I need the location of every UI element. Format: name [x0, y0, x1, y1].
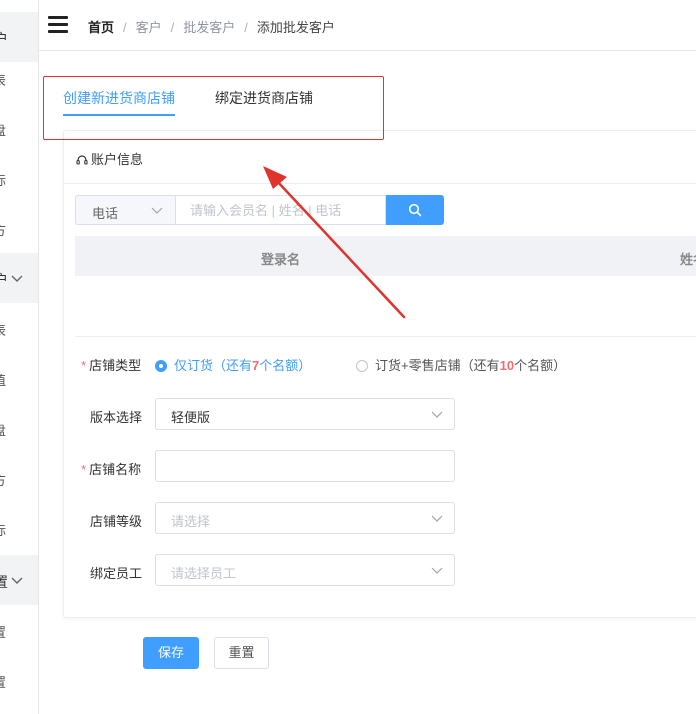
- breadcrumb-current: 添加批发客户: [256, 20, 335, 35]
- version-label: 版本选择: [90, 410, 143, 425]
- store-name-input[interactable]: [155, 450, 455, 482]
- store-type-retail-radio[interactable]: 订货+零售店铺（还有10个名额）: [356, 355, 566, 374]
- card-title-text: 账户信息: [91, 152, 144, 167]
- version-value: 轻便版: [171, 410, 211, 425]
- chevron-down-icon: [151, 207, 163, 214]
- breadcrumb-separator: /: [244, 20, 248, 35]
- sidebar-item[interactable]: 方: [0, 220, 6, 239]
- annotation-highlight-box: [43, 76, 384, 140]
- member-search-input[interactable]: [175, 195, 386, 225]
- sidebar-group-label: 户: [0, 270, 8, 290]
- store-type-label: * 店铺类型: [81, 358, 142, 373]
- search-type-select[interactable]: 电话: [75, 195, 175, 225]
- sidebar-item[interactable]: 置: [0, 672, 6, 691]
- sidebar-item[interactable]: 盘: [0, 420, 6, 439]
- sidebar-item[interactable]: 方: [0, 470, 6, 489]
- sidebar-group-customers[interactable]: 户: [0, 12, 38, 62]
- sidebar-group-label: 户: [0, 29, 8, 49]
- member-table-body: [75, 276, 696, 337]
- chevron-down-icon: [11, 275, 23, 282]
- card-title: 账户信息: [76, 149, 143, 168]
- account-card: 账户信息 电话 登录名 姓名 *店铺类型 仅订货（还有7个名额） 订货+零售店铺…: [63, 130, 696, 618]
- sidebar-group-customers-2[interactable]: 户: [0, 253, 38, 303]
- employee-select[interactable]: 请选择员工: [155, 554, 455, 586]
- top-header: 首页 / 客户 / 批发客户 / 添加批发客户: [39, 0, 696, 51]
- breadcrumb: 首页 / 客户 / 批发客户 / 添加批发客户: [88, 17, 335, 36]
- radio-unchecked-icon: [356, 360, 368, 372]
- chevron-down-icon: [431, 567, 443, 574]
- sidebar-item[interactable]: 表: [0, 70, 6, 89]
- sidebar-item[interactable]: 标: [0, 170, 6, 189]
- store-name-label: * 店铺名称: [81, 462, 142, 477]
- chevron-down-icon: [11, 577, 23, 584]
- menu-toggle-icon[interactable]: [48, 16, 68, 34]
- employee-label: 绑定员工: [90, 566, 143, 581]
- store-level-placeholder: 请选择: [171, 514, 211, 529]
- member-table-header: 登录名 姓名: [75, 236, 696, 276]
- chevron-down-icon: [431, 515, 443, 522]
- column-login-name: 登录名: [261, 252, 301, 267]
- sidebar-item[interactable]: 置: [0, 622, 6, 641]
- sidebar-group-settings[interactable]: 置: [0, 555, 38, 605]
- column-name: 姓名: [680, 252, 696, 267]
- reset-button[interactable]: 重置: [214, 637, 269, 669]
- sidebar-item[interactable]: 值: [0, 370, 6, 389]
- sidebar-item[interactable]: 盘: [0, 120, 6, 139]
- search-type-value: 电话: [92, 206, 119, 221]
- breadcrumb-separator: /: [170, 20, 175, 35]
- sidebar-item[interactable]: 标: [0, 520, 6, 539]
- store-level-select[interactable]: 请选择: [155, 502, 455, 534]
- sidebar-group-label: 置: [0, 572, 8, 592]
- version-select[interactable]: 轻便版: [155, 398, 455, 430]
- sidebar: 户 表 盘 标 方 户 表 值 盘 方 标 置 置 置: [0, 0, 39, 714]
- employee-placeholder: 请选择员工: [171, 566, 237, 581]
- breadcrumb-home[interactable]: 首页: [88, 20, 114, 35]
- store-type-order-only-radio[interactable]: 仅订货（还有7个名额）: [155, 355, 311, 374]
- breadcrumb-wholesale[interactable]: 批发客户: [183, 20, 235, 35]
- store-level-label: 店铺等级: [90, 514, 143, 529]
- breadcrumb-separator: /: [123, 20, 127, 35]
- radio-checked-icon: [155, 360, 167, 372]
- headset-icon: [76, 155, 88, 165]
- chevron-down-icon: [431, 411, 443, 418]
- search-icon: [408, 203, 422, 217]
- sidebar-item[interactable]: 表: [0, 320, 6, 339]
- save-button[interactable]: 保存: [143, 637, 199, 669]
- search-button[interactable]: [386, 195, 444, 225]
- breadcrumb-customers[interactable]: 客户: [136, 20, 162, 35]
